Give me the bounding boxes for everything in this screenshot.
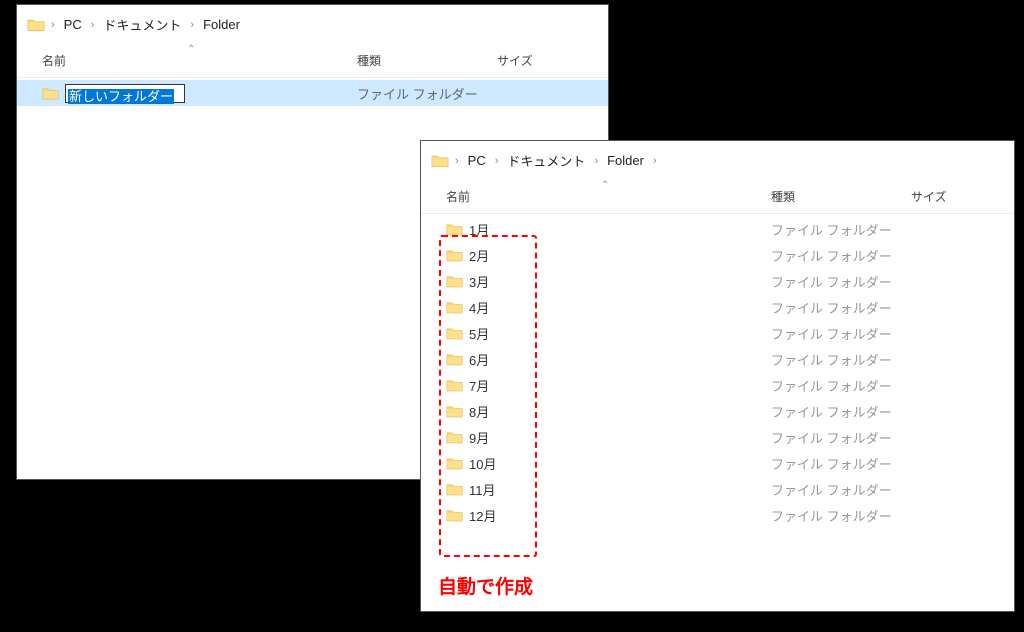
- file-row-new-folder[interactable]: 新しいフォルダー ファイル フォルダー: [17, 80, 608, 106]
- sort-indicator-icon: ⌃: [187, 44, 195, 55]
- file-type-label: ファイル フォルダー: [771, 324, 941, 343]
- chevron-right-icon: ›: [651, 155, 659, 167]
- column-header-name[interactable]: 名前: [421, 188, 771, 205]
- file-name-label: 7月: [469, 376, 489, 395]
- file-type-label: ファイル フォルダー: [771, 428, 941, 447]
- file-type-label: ファイル フォルダー: [357, 84, 527, 103]
- column-headers: ⌃ 名前 種類 サイズ: [17, 46, 608, 78]
- folder-icon: [446, 274, 463, 288]
- rename-input-text: 新しいフォルダー: [68, 89, 174, 104]
- file-name-label: 10月: [469, 454, 496, 473]
- file-name-label: 11月: [469, 480, 496, 499]
- file-name-label: 2月: [469, 246, 489, 265]
- folder-icon: [446, 456, 463, 470]
- folder-icon: [446, 508, 463, 522]
- folder-icon: [446, 326, 463, 340]
- folder-icon: [446, 430, 463, 444]
- breadcrumb-pc[interactable]: PC: [465, 151, 489, 170]
- caption-auto-create: 自動で作成: [438, 572, 533, 599]
- folder-icon: [42, 86, 59, 100]
- breadcrumb[interactable]: › PC › ドキュメント › Folder: [17, 5, 608, 46]
- folder-icon: [27, 17, 45, 32]
- folder-icon: [446, 300, 463, 314]
- folder-icon: [446, 222, 463, 236]
- file-name-label: 12月: [469, 506, 496, 525]
- file-type-label: ファイル フォルダー: [771, 376, 941, 395]
- file-row[interactable]: 7月 ファイル フォルダー: [421, 372, 1014, 398]
- breadcrumb-folder[interactable]: Folder: [200, 15, 243, 34]
- file-name-label: 1月: [469, 220, 489, 239]
- breadcrumb-pc[interactable]: PC: [61, 15, 85, 34]
- chevron-right-icon: ›: [592, 155, 600, 167]
- sort-indicator-icon: ⌃: [601, 180, 609, 191]
- explorer-window-after: › PC › ドキュメント › Folder › ⌃ 名前 種類 サイズ 1月フ…: [420, 140, 1015, 612]
- file-name-label: 3月: [469, 272, 489, 291]
- column-headers: ⌃ 名前 種類 サイズ: [421, 182, 1014, 214]
- file-name-label: 9月: [469, 428, 489, 447]
- file-name-label: 6月: [469, 350, 489, 369]
- column-header-type[interactable]: 種類: [771, 188, 911, 205]
- column-header-type[interactable]: 種類: [357, 52, 497, 69]
- chevron-right-icon: ›: [188, 19, 196, 31]
- file-row[interactable]: 6月 ファイル フォルダー: [421, 346, 1014, 372]
- breadcrumb-documents[interactable]: ドキュメント: [100, 13, 184, 36]
- file-row[interactable]: 3月 ファイル フォルダー: [421, 268, 1014, 294]
- file-list[interactable]: 1月ファイル フォルダー2月ファイル フォルダー3月ファイル フォルダー4月ファ…: [421, 214, 1014, 528]
- folder-icon: [446, 404, 463, 418]
- folder-icon: [446, 482, 463, 496]
- file-row[interactable]: 4月 ファイル フォルダー: [421, 294, 1014, 320]
- file-type-label: ファイル フォルダー: [771, 350, 941, 369]
- file-row[interactable]: 12月 ファイル フォルダー: [421, 502, 1014, 528]
- chevron-right-icon: ›: [453, 155, 461, 167]
- file-type-label: ファイル フォルダー: [771, 506, 941, 525]
- rename-input[interactable]: 新しいフォルダー: [65, 84, 185, 103]
- file-type-label: ファイル フォルダー: [771, 298, 941, 317]
- folder-icon: [446, 352, 463, 366]
- file-row[interactable]: 11月 ファイル フォルダー: [421, 476, 1014, 502]
- file-name-label: 8月: [469, 402, 489, 421]
- file-list[interactable]: 新しいフォルダー ファイル フォルダー: [17, 78, 608, 106]
- file-type-label: ファイル フォルダー: [771, 246, 941, 265]
- folder-icon: [446, 248, 463, 262]
- file-row[interactable]: 1月 ファイル フォルダー: [421, 216, 1014, 242]
- file-row[interactable]: 5月 ファイル フォルダー: [421, 320, 1014, 346]
- file-type-label: ファイル フォルダー: [771, 272, 941, 291]
- folder-icon: [446, 378, 463, 392]
- file-type-label: ファイル フォルダー: [771, 480, 941, 499]
- breadcrumb[interactable]: › PC › ドキュメント › Folder ›: [421, 141, 1014, 182]
- file-row[interactable]: 9月 ファイル フォルダー: [421, 424, 1014, 450]
- chevron-right-icon: ›: [89, 19, 97, 31]
- file-type-label: ファイル フォルダー: [771, 220, 941, 239]
- breadcrumb-folder[interactable]: Folder: [604, 151, 647, 170]
- file-type-label: ファイル フォルダー: [771, 454, 941, 473]
- column-header-size[interactable]: サイズ: [497, 52, 557, 69]
- column-header-size[interactable]: サイズ: [911, 188, 971, 205]
- file-name-label: 5月: [469, 324, 489, 343]
- file-type-label: ファイル フォルダー: [771, 402, 941, 421]
- chevron-right-icon: ›: [49, 19, 57, 31]
- breadcrumb-documents[interactable]: ドキュメント: [504, 149, 588, 172]
- chevron-right-icon: ›: [493, 155, 501, 167]
- file-name-label: 4月: [469, 298, 489, 317]
- file-row[interactable]: 8月 ファイル フォルダー: [421, 398, 1014, 424]
- file-row[interactable]: 2月 ファイル フォルダー: [421, 242, 1014, 268]
- folder-icon: [431, 153, 449, 168]
- file-row[interactable]: 10月 ファイル フォルダー: [421, 450, 1014, 476]
